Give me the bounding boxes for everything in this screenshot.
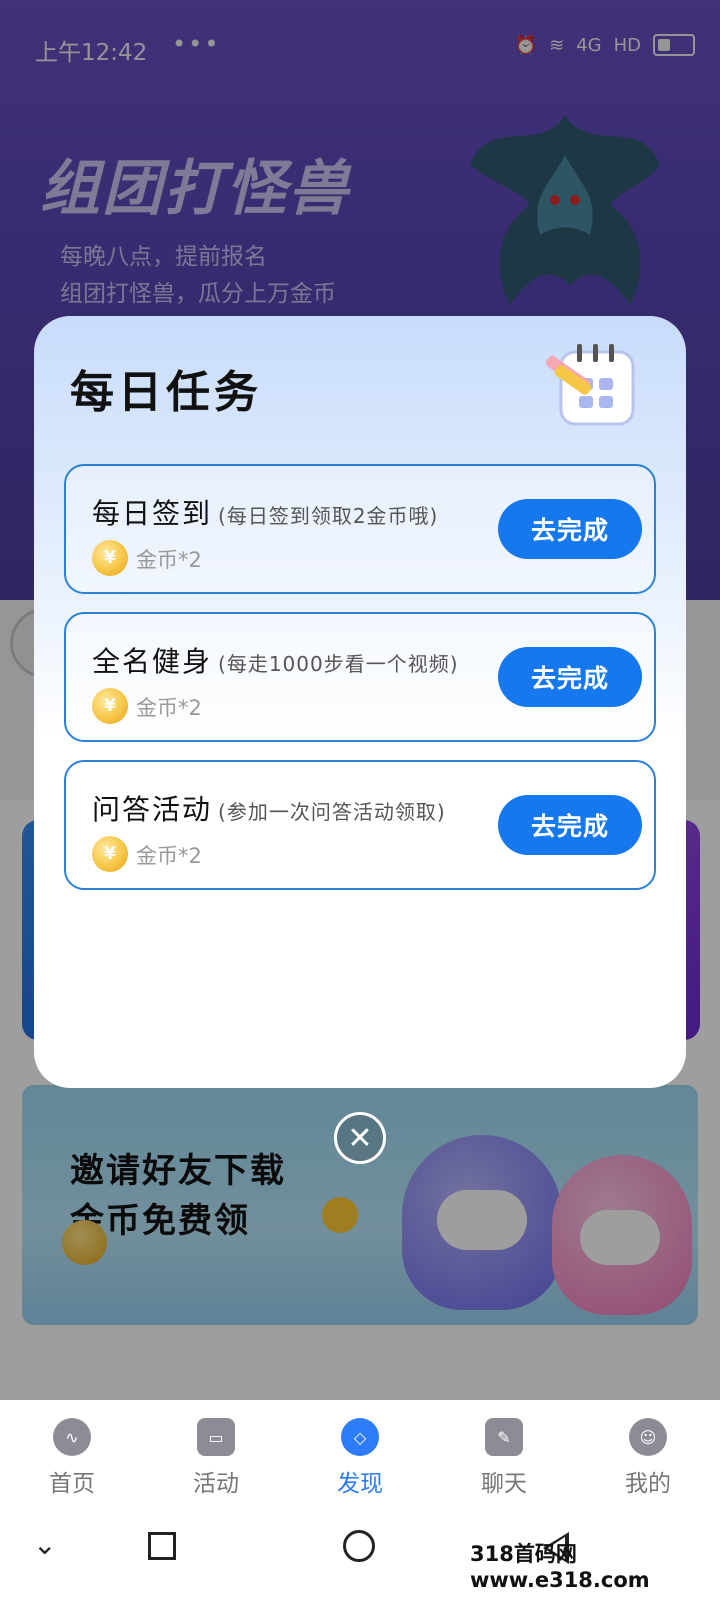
complete-task-button[interactable]: 去完成 (498, 499, 642, 559)
task-reward: 金币*2 (136, 548, 202, 572)
chat-icon: ✎ (485, 1418, 523, 1456)
tab-label: 活动 (193, 1471, 239, 1497)
chevron-down-icon[interactable]: ⌄ (33, 1528, 56, 1561)
task-title: 全名健身 (每走1000步看一个视频) (92, 645, 459, 678)
tab-profile[interactable]: ☺ 我的 (576, 1400, 720, 1510)
task-card: 问答活动 (参加一次问答活动领取) ¥ 金币*2 去完成 (64, 760, 656, 890)
notebook-icon (545, 344, 635, 426)
coin-icon: ¥ (92, 688, 128, 724)
task-card: 每日签到 (每日签到领取2金币哦) ¥ 金币*2 去完成 (64, 464, 656, 594)
dialog-title: 每日任务 (70, 367, 262, 418)
compass-icon: ◇ (341, 1418, 379, 1456)
complete-task-button[interactable]: 去完成 (498, 795, 642, 855)
tab-label: 我的 (625, 1471, 671, 1497)
task-card: 全名健身 (每走1000步看一个视频) ¥ 金币*2 去完成 (64, 612, 656, 742)
tab-activity[interactable]: ▭ 活动 (144, 1400, 288, 1510)
tab-home[interactable]: ∿ 首页 (0, 1400, 144, 1510)
task-title: 每日签到 (每日签到领取2金币哦) (92, 497, 439, 530)
watermark: 318首码网 www.e318.com (470, 1542, 650, 1592)
coin-icon: ¥ (92, 540, 128, 576)
smile-icon: ☺ (629, 1418, 667, 1456)
task-reward: 金币*2 (136, 844, 202, 868)
daily-tasks-dialog: 每日任务 每日签到 (每日签到领取2金币哦) ¥ 金币*2 去完成 全名健身 (每走… (34, 316, 686, 1088)
task-description: (每日签到领取2金币哦) (218, 504, 439, 528)
home-button[interactable] (343, 1530, 375, 1562)
task-description: (每走1000步看一个视频) (218, 652, 459, 676)
tab-label: 聊天 (481, 1471, 527, 1497)
close-icon[interactable]: ✕ (334, 1112, 386, 1164)
monitor-icon: ▭ (197, 1418, 235, 1456)
tab-label: 首页 (49, 1471, 95, 1497)
tab-discover[interactable]: ◇ 发现 (288, 1400, 432, 1510)
task-reward: 金币*2 (136, 696, 202, 720)
task-description: (参加一次问答活动领取) (218, 800, 446, 824)
complete-task-button[interactable]: 去完成 (498, 647, 642, 707)
tab-label: 发现 (337, 1471, 383, 1497)
voice-wave-icon: ∿ (53, 1418, 91, 1456)
system-nav-bar: ⌄ 318首码网 www.e318.com (0, 1510, 720, 1600)
coin-icon: ¥ (92, 836, 128, 872)
recents-button[interactable] (148, 1532, 176, 1560)
tab-chat[interactable]: ✎ 聊天 (432, 1400, 576, 1510)
task-title: 问答活动 (参加一次问答活动领取) (92, 793, 446, 826)
bottom-tab-bar: ∿ 首页 ▭ 活动 ◇ 发现 ✎ 聊天 ☺ 我的 (0, 1400, 720, 1510)
